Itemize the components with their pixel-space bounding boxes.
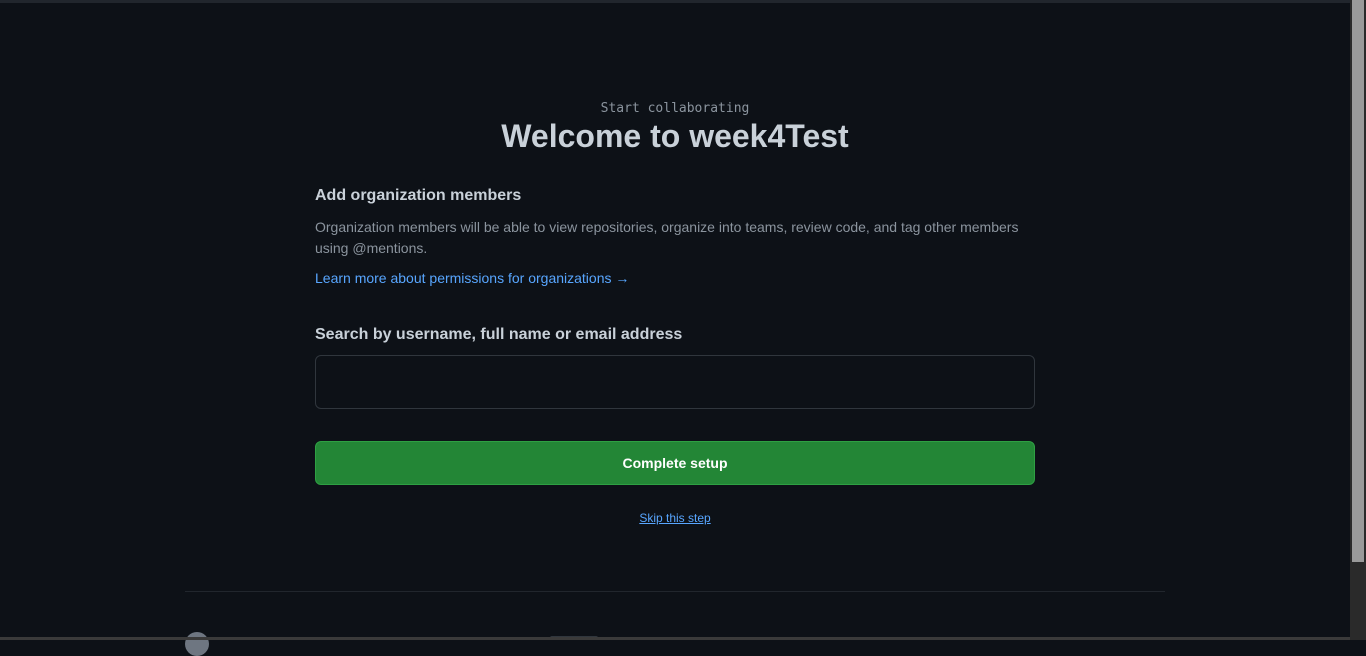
skip-step-link[interactable]: Skip this step [639,511,710,525]
learn-more-permissions-link[interactable]: Learn more about permissions for organiz… [315,270,629,286]
footer-logo-icon[interactable] [185,632,209,656]
add-members-heading: Add organization members [315,187,521,205]
scrollbar-thumb[interactable] [1352,0,1364,562]
page-title: Welcome to week4Test [0,118,1350,155]
footer-divider [185,591,1165,592]
vertical-scrollbar[interactable] [1350,0,1366,640]
page-subtitle: Start collaborating [0,101,1350,116]
member-search-input[interactable] [315,355,1035,409]
skip-step-container: Skip this step [0,511,1350,525]
complete-setup-button[interactable]: Complete setup [315,441,1035,485]
search-label: Search by username, full name or email a… [315,326,682,344]
page-main: Start collaborating Welcome to week4Test… [0,0,1350,640]
add-members-description: Organization members will be able to vie… [315,217,1035,259]
